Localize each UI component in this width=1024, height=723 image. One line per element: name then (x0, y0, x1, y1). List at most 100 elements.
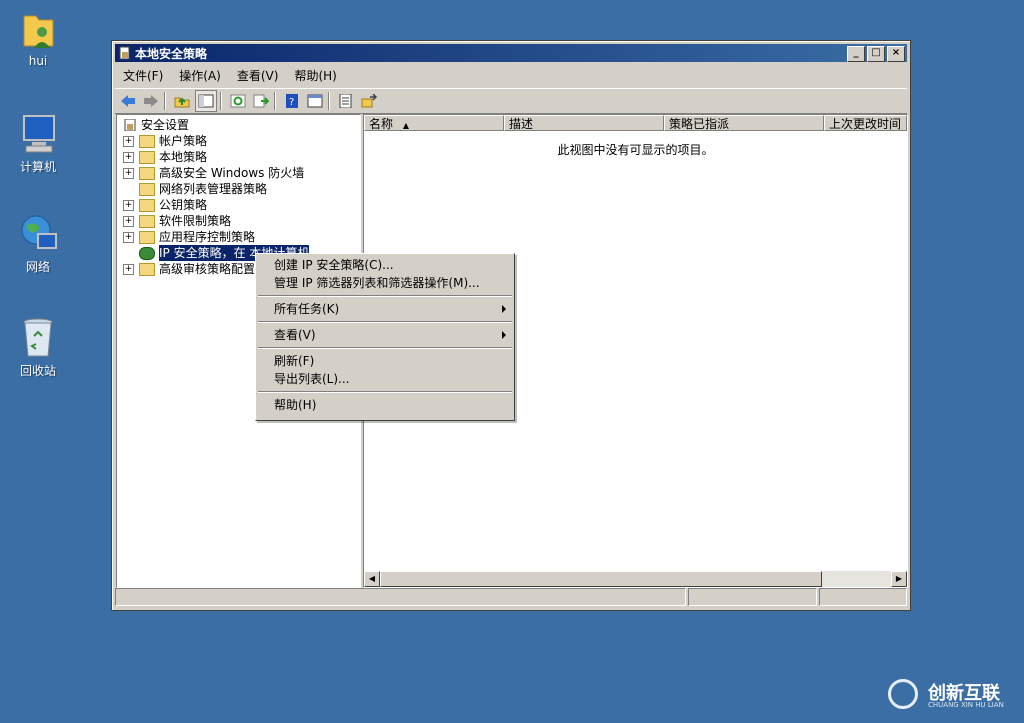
watermark-subtitle: CHUANG XIN HU LIAN (928, 701, 1004, 709)
status-cell (687, 588, 818, 606)
expand-icon[interactable]: + (123, 168, 134, 179)
tree-item-label: 高级审核策略配置 (159, 262, 256, 276)
security-settings-icon (123, 118, 137, 132)
forward-icon[interactable] (141, 91, 161, 111)
expand-icon[interactable]: + (123, 264, 134, 275)
properties-icon[interactable] (305, 91, 325, 111)
tree-item-label: 本地策略 (159, 150, 208, 164)
tree-item-app-control[interactable]: + 应用程序控制策略 (117, 229, 360, 245)
window-title: 本地安全策略 (135, 46, 208, 61)
menu-help[interactable]: 帮助(H) (286, 67, 344, 84)
user-folder-icon (18, 8, 58, 52)
svg-text:?: ? (289, 97, 294, 108)
toolbar-separator (220, 92, 222, 110)
show-hide-tree-icon[interactable] (195, 90, 217, 112)
menu-refresh[interactable]: 刷新(F) (256, 352, 514, 370)
tree-item-local-policy[interactable]: + 本地策略 (117, 149, 360, 165)
desktop-icon-network[interactable]: 网络 (8, 212, 68, 275)
menu-all-tasks-label: 所有任务(K) (274, 302, 340, 316)
menu-separator (258, 391, 512, 393)
recycle-bin-icon (18, 316, 58, 360)
submenu-arrow-icon (502, 331, 506, 339)
menu-help-item[interactable]: 帮助(H) (256, 396, 514, 414)
folder-icon (139, 263, 155, 276)
filter-icon[interactable] (359, 91, 379, 111)
menu-separator (258, 321, 512, 323)
desktop-icon-label: 计算机 (19, 160, 56, 174)
menu-separator (258, 295, 512, 297)
desktop-icon-hui[interactable]: hui (8, 8, 68, 68)
minimize-button[interactable]: _ (847, 46, 865, 62)
column-name-label: 名称 (369, 117, 394, 131)
menu-export-list[interactable]: 导出列表(L)... (256, 370, 514, 388)
menu-view-submenu[interactable]: 查看(V) (256, 326, 514, 344)
status-cell (819, 588, 907, 606)
toolbar: ? (115, 88, 907, 114)
toolbar-separator (274, 92, 276, 110)
tree-item-label: 应用程序控制策略 (159, 230, 256, 244)
export-list-icon[interactable] (251, 91, 271, 111)
help-icon[interactable]: ? (282, 91, 302, 111)
maximize-button[interactable]: □ (867, 46, 885, 62)
tree-root[interactable]: 安全设置 (117, 117, 360, 133)
locked-folder-icon (139, 151, 155, 164)
empty-list-message: 此视图中没有可显示的项目。 (557, 143, 714, 157)
tree-item-network-list[interactable]: 网络列表管理器策略 (117, 181, 360, 197)
status-cell (115, 588, 686, 606)
tree-item-firewall[interactable]: + 高级安全 Windows 防火墙 (117, 165, 360, 181)
computer-icon (18, 112, 58, 156)
scroll-thumb[interactable] (380, 571, 822, 587)
new-policy-icon[interactable] (336, 91, 356, 111)
app-icon (119, 46, 130, 60)
menu-separator (258, 347, 512, 349)
tree-item-label: 公钥策略 (159, 198, 208, 212)
network-icon (18, 212, 58, 256)
tree-item-account-policy[interactable]: + 帐户策略 (117, 133, 360, 149)
ip-security-icon (139, 247, 155, 260)
scroll-left-icon[interactable]: ◀ (364, 571, 380, 587)
menu-view-label: 查看(V) (274, 328, 316, 342)
expand-icon[interactable]: + (123, 216, 134, 227)
sort-ascending-icon: ▲ (402, 121, 409, 130)
list-header: 名称 ▲ 描述 策略已指派 上次更改时间 (364, 115, 907, 131)
menu-view[interactable]: 查看(V) (229, 67, 287, 84)
up-folder-icon[interactable] (172, 91, 192, 111)
menu-action[interactable]: 操作(A) (171, 67, 229, 84)
horizontal-scrollbar[interactable]: ◀ ▶ (364, 571, 907, 587)
locked-folder-icon (139, 135, 155, 148)
back-icon[interactable] (118, 91, 138, 111)
tree-root-label: 安全设置 (141, 118, 190, 132)
scroll-right-icon[interactable]: ▶ (891, 571, 907, 587)
expand-icon[interactable]: + (123, 232, 134, 243)
desktop-icon-computer[interactable]: 计算机 (8, 112, 68, 175)
folder-icon (139, 199, 155, 212)
desktop-icon-label: hui (28, 54, 48, 68)
desktop-icon-label: 网络 (25, 260, 50, 274)
desktop-icon-recycle-bin[interactable]: 回收站 (8, 316, 68, 379)
context-menu: 创建 IP 安全策略(C)... 管理 IP 筛选器列表和筛选器操作(M)...… (255, 253, 515, 421)
toolbar-separator (164, 92, 166, 110)
column-description[interactable]: 描述 (504, 115, 664, 131)
folder-icon (139, 167, 155, 180)
close-button[interactable]: × (887, 46, 905, 62)
menu-bar: 文件(F) 操作(A) 查看(V) 帮助(H) (115, 65, 907, 85)
refresh-icon[interactable] (228, 91, 248, 111)
status-bar (115, 588, 907, 606)
menu-file[interactable]: 文件(F) (115, 67, 171, 84)
folder-icon (139, 183, 155, 196)
folder-icon (139, 231, 155, 244)
menu-create-ip-policy[interactable]: 创建 IP 安全策略(C)... (256, 256, 514, 274)
column-last-modified[interactable]: 上次更改时间 (824, 115, 907, 131)
folder-icon (139, 215, 155, 228)
tree-item-software-restriction[interactable]: + 软件限制策略 (117, 213, 360, 229)
expand-icon[interactable]: + (123, 200, 134, 211)
title-bar[interactable]: 本地安全策略 _ □ × (115, 44, 907, 62)
column-assigned[interactable]: 策略已指派 (664, 115, 824, 131)
expand-icon[interactable]: + (123, 136, 134, 147)
column-name[interactable]: 名称 ▲ (364, 115, 504, 131)
menu-manage-ip-filters[interactable]: 管理 IP 筛选器列表和筛选器操作(M)... (256, 274, 514, 292)
tree-item-public-key[interactable]: + 公钥策略 (117, 197, 360, 213)
menu-all-tasks[interactable]: 所有任务(K) (256, 300, 514, 318)
submenu-arrow-icon (502, 305, 506, 313)
expand-icon[interactable]: + (123, 152, 134, 163)
